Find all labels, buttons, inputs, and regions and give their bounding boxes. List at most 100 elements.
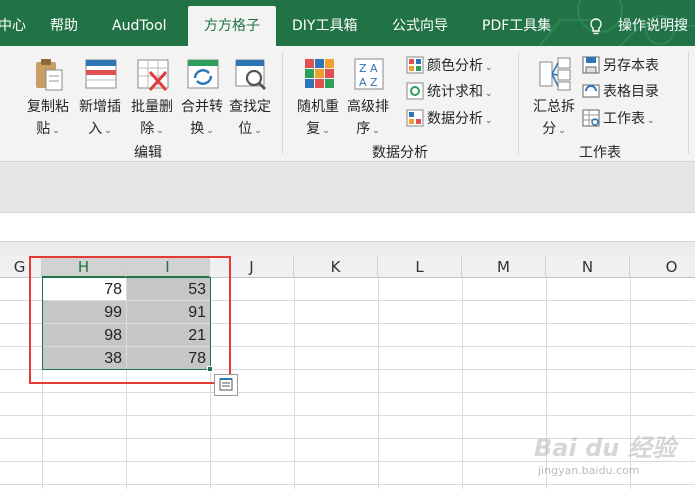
formula-bar[interactable]: [0, 212, 695, 242]
column-header-m[interactable]: M: [462, 256, 546, 278]
summary-split-icon: [539, 57, 571, 91]
button-label: 入 ⌄: [88, 121, 112, 137]
chevron-down-icon: ⌄: [372, 126, 380, 136]
chevron-down-icon: ⌄: [485, 116, 493, 126]
group-label-edit: 编辑: [134, 145, 162, 161]
chevron-down-icon: ⌄: [156, 126, 164, 136]
color-analysis-icon: [406, 56, 424, 74]
button-label: 序 ⌄: [356, 121, 380, 137]
column-header-j[interactable]: J: [210, 256, 294, 278]
ribbon-panel: 复制粘 贴 ⌄ 新增插 入 ⌄ 批量删 除 ⌄ 合并转 换 ⌄ 查找定 位 ⌄ …: [0, 46, 695, 162]
column-header-l[interactable]: L: [378, 256, 462, 278]
advanced-sort-button[interactable]: Z A A Z 高级排 序 ⌄: [342, 52, 394, 137]
chevron-down-icon: ⌄: [104, 126, 112, 136]
chevron-down-icon: ⌄: [485, 63, 493, 73]
ribbon-tab-bar: 中心 帮助 AudTool 方方格子 DIY工具箱 公式向导 PDF工具集 操作…: [0, 0, 695, 46]
column-header-h[interactable]: H: [42, 256, 126, 278]
save-sheet-icon: [582, 56, 600, 74]
tab-pdf-tools[interactable]: PDF工具集: [482, 0, 551, 46]
paste-icon: [36, 59, 63, 91]
grid-line: [378, 278, 379, 489]
advanced-sort-icon: Z A A Z: [354, 58, 384, 90]
cell-i-1[interactable]: 53: [127, 278, 210, 300]
chevron-down-icon: ⌄: [322, 126, 330, 136]
quick-analysis-icon: [219, 378, 233, 391]
cell-h-3[interactable]: 98: [43, 324, 126, 346]
svg-text:Z: Z: [370, 76, 378, 89]
button-label: 高级排: [347, 99, 389, 115]
grid-line: [0, 415, 695, 416]
tab-center[interactable]: 中心: [0, 0, 26, 46]
cell-i-2[interactable]: 91: [127, 301, 210, 323]
button-label: 查找定: [229, 99, 271, 115]
tab-help[interactable]: 帮助: [50, 0, 78, 46]
worksheet-icon: [582, 109, 600, 127]
cell-i-3[interactable]: 21: [127, 324, 210, 346]
grid-line: [294, 278, 295, 489]
button-label: 数据分析 ⌄: [427, 111, 493, 127]
toolbar-strip: [0, 162, 695, 212]
random-repeat-icon: [305, 59, 334, 88]
chevron-down-icon: ⌄: [52, 126, 60, 136]
svg-text:Z: Z: [359, 62, 367, 75]
button-label: 工作表 ⌄: [603, 111, 655, 127]
find-locate-button[interactable]: 查找定 位 ⌄: [224, 52, 276, 137]
group-separator: [282, 52, 283, 154]
tab-audtool[interactable]: AudTool: [112, 0, 167, 46]
watermark-url: jingyan.baidu.com: [538, 464, 640, 477]
column-header-n[interactable]: N: [546, 256, 630, 278]
summary-split-button[interactable]: 汇总拆 分 ⌄: [528, 52, 580, 137]
button-label: 颜色分析 ⌄: [427, 58, 493, 74]
button-label: 分 ⌄: [542, 121, 566, 137]
sheet-top-strip: [0, 242, 695, 256]
button-label: 复制粘: [27, 99, 69, 115]
tab-formula-wizard[interactable]: 公式向导: [392, 0, 448, 46]
cell-h-1[interactable]: 78: [43, 278, 126, 300]
grid-line: [210, 278, 211, 489]
button-label: 统计求和 ⌄: [427, 84, 493, 100]
cell-i-4[interactable]: 78: [127, 347, 210, 369]
insert-button[interactable]: 新增插 入 ⌄: [74, 52, 126, 137]
sheet-directory-icon: [582, 84, 600, 98]
fill-handle[interactable]: [207, 366, 213, 372]
grid-line: [0, 392, 695, 393]
group-label-worksheet: 工作表: [579, 145, 621, 161]
button-label: 位 ⌄: [238, 121, 262, 137]
svg-text:A: A: [359, 76, 367, 89]
chevron-down-icon: ⌄: [254, 126, 262, 136]
copy-paste-button[interactable]: 复制粘 贴 ⌄: [22, 52, 74, 137]
column-header-o[interactable]: O: [630, 256, 695, 278]
column-header-row: G H I J K L M N O: [0, 256, 695, 278]
batch-delete-button[interactable]: 批量删 除 ⌄: [126, 52, 178, 137]
group-separator: [518, 52, 519, 154]
column-header-g[interactable]: G: [0, 256, 42, 278]
cell-h-2[interactable]: 99: [43, 301, 126, 323]
group-label-data-analysis: 数据分析: [372, 145, 428, 161]
button-label: 贴 ⌄: [36, 121, 60, 137]
tab-diy-toolbox[interactable]: DIY工具箱: [292, 0, 357, 46]
find-locate-icon: [235, 59, 266, 90]
stat-sum-icon: [406, 82, 424, 100]
grid-line: [462, 278, 463, 489]
quick-analysis-button[interactable]: [214, 374, 238, 396]
button-label: 另存本表: [603, 58, 659, 74]
tab-fangfang-gezi[interactable]: 方方格子: [188, 6, 276, 46]
column-header-k[interactable]: K: [294, 256, 378, 278]
group-separator: [688, 52, 689, 154]
chevron-down-icon: ⌄: [558, 126, 566, 136]
chevron-down-icon: ⌄: [206, 126, 214, 136]
delete-icon: [137, 59, 169, 91]
button-label: 新增插: [79, 99, 121, 115]
baidu-jingyan-watermark: Bai du 经验 jingyan.baidu.com: [534, 428, 694, 488]
cell-h-4[interactable]: 38: [43, 347, 126, 369]
button-label: 表格目录: [603, 84, 659, 100]
watermark-text: Bai du 经验: [534, 434, 676, 462]
tell-me-search[interactable]: 操作说明搜: [618, 0, 688, 46]
chevron-down-icon: ⌄: [485, 89, 493, 99]
insert-icon: [85, 59, 117, 89]
chevron-down-icon: ⌄: [647, 116, 655, 126]
column-header-i[interactable]: I: [126, 256, 210, 278]
random-repeat-button[interactable]: 随机重 复 ⌄: [292, 52, 344, 137]
grid-line: [0, 369, 695, 370]
lightbulb-icon[interactable]: [588, 18, 604, 36]
